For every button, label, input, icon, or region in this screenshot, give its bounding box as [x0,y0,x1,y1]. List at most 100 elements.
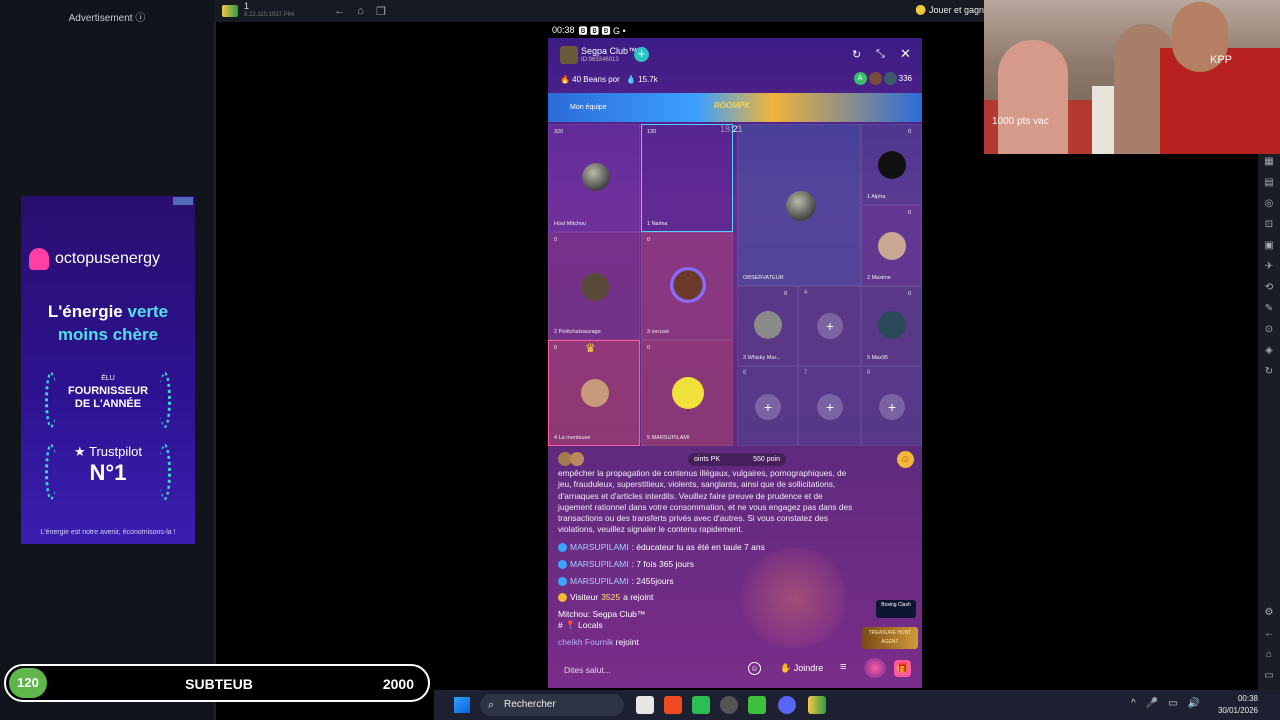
multi-window-icon[interactable]: ❐ [376,5,386,18]
gift-shop-icon[interactable]: ☺ [897,451,914,468]
room-avatar[interactable] [560,46,578,64]
diamonds-counter[interactable]: 💧 15.7k [626,75,658,84]
app-icon[interactable] [748,696,766,714]
recent-icon[interactable]: ▭ [1264,670,1273,682]
game-bubble-icon[interactable] [864,658,886,678]
emulator-tab[interactable]: 1 8.22.110.1037 P64 [244,2,294,20]
chevron-up-icon[interactable]: ^ [1131,698,1136,709]
bluestacks-icon[interactable] [808,696,826,714]
boxing-clash-game[interactable]: Boxing Clash [876,600,916,618]
home-icon[interactable]: ⌂ [357,5,364,18]
home-nav-icon[interactable]: ⌂ [1266,649,1272,661]
sub-goal-label: SUBTEUB [185,676,253,692]
chat-input[interactable]: Dites salut... [564,665,611,675]
chat-avatar[interactable] [570,452,584,466]
microphone-icon[interactable]: 🎤 [1146,698,1158,709]
taskbar-clock[interactable]: 00:38 30/01/2026 [1218,693,1258,717]
viewer-count: 336 [898,74,912,83]
ad-sidebar: Advertisement ⓘ octopusenergy L'énergie … [0,0,214,720]
seat-5-bottom[interactable]: 0 5 MARSUPILAMI [641,340,733,446]
resize-icon[interactable]: ⊡ [1265,219,1273,231]
network-icon[interactable]: ▭ [1168,698,1177,709]
ad-logo: octopusenergy [29,248,160,270]
emulator-side-toolbar: ▦ ▤ ◎ ⊡ ▣ ✈ ⟲ ✎ ⊙ ◈ ↻ ⚙ ← ⌂ ▭ [1258,154,1280,690]
discord-icon[interactable] [778,696,796,714]
back-icon[interactable]: ← [334,5,345,18]
chat-locals: # 📍 Locals [558,620,603,630]
location-icon[interactable]: ⊙ [1265,324,1273,336]
seat-empty[interactable]: 6 + [737,366,798,446]
status-bar: 00:38 🅱 🅱 🅱 G • [548,22,922,38]
seat-empty[interactable]: 4 + [798,286,861,366]
avatar [878,232,906,260]
seat-4-crown[interactable]: 0 ♛ 4 La menteuse [548,340,640,446]
avatar [672,377,704,409]
avatar [878,151,906,179]
ad-banner[interactable]: octopusenergy L'énergie verte moins chèr… [21,196,195,544]
emoji-icon[interactable]: ☺ [748,662,761,675]
avatar [878,311,906,339]
seat-host[interactable]: 320 Host Mitchou [548,124,640,232]
share-icon[interactable]: ↻ [852,48,861,61]
media-icon[interactable]: ▣ [1264,240,1273,252]
treasure-hunt-game[interactable]: TREASURE HUNT AGENT [862,627,918,649]
airplane-icon[interactable]: ✈ [1265,261,1273,273]
seat-2[interactable]: 0 2 Petitchatsauvage [548,232,640,340]
layers-icon[interactable]: ◈ [1265,345,1273,357]
seat-observer[interactable]: OBSERVATEUR [737,124,861,286]
viewer-avatar: A [853,72,867,85]
windows-start-icon[interactable] [454,697,470,713]
seat-empty[interactable]: 8 + [861,366,922,446]
macro-icon[interactable]: ⟲ [1265,282,1273,294]
emulator-promo[interactable]: 🪙 Jouer et gagn [915,5,984,16]
emulator-logo-icon [222,5,238,17]
apk-icon[interactable]: ▤ [1264,177,1273,189]
octopus-icon [29,248,49,270]
emulator-titlebar: 1 8.22.110.1037 P64 ← ⌂ ❐ 🪙 Jouer et gagn [214,0,984,22]
file-explorer-icon[interactable] [636,696,654,714]
keyboard-icon[interactable]: ▦ [1264,156,1273,168]
chat-notice: empêcher la propagation de contenus illé… [558,468,853,535]
sub-goal-target: 2000 [382,676,414,692]
seat-1[interactable]: 130 1 Naima [641,124,733,232]
menu-icon[interactable]: ≡ [840,661,846,673]
seat-empty[interactable]: 7 + [798,366,861,446]
status-icons: 🅱 🅱 🅱 G • [578,25,626,36]
settings-icon[interactable]: ⚙ [1265,607,1274,619]
gift-icon[interactable]: 🎁 [894,660,911,677]
taskbar: ⌕ Rechercher ^ 🎤 ▭ 🔊 00:38 30/01/2026 [434,690,1280,720]
volume-icon[interactable]: 🔊 [1188,698,1200,709]
ad-choices-icon[interactable] [173,197,193,205]
screenshot-icon[interactable]: ◎ [1265,198,1274,210]
join-seat-button[interactable]: ✋ Joindre [780,663,823,674]
seat-3[interactable]: 0 3 excusé [641,232,733,340]
brave-icon[interactable] [664,696,682,714]
obs-icon[interactable] [720,696,738,714]
seat-5[interactable]: 0 5 Max95 [861,286,922,366]
add-seat-icon: + [817,394,843,420]
live-room: Segpa Club™ ID:969346013 + ↻ ⤡ ✕ 🔥 40 Be… [548,38,922,688]
seat-right-1[interactable]: 0 1 Alpha [861,124,922,205]
eco-icon[interactable]: ✎ [1265,303,1273,315]
sync-icon[interactable]: ↻ [1265,366,1273,378]
chat-message: MARSUPILAMI : éducateur tu as été en tau… [558,542,765,552]
shirt-text-2: KPP [1210,54,1233,66]
follow-room-button[interactable]: + [634,47,649,62]
seat-4[interactable]: 0 3 Whisky Mar... [737,286,798,366]
taskbar-search[interactable]: ⌕ Rechercher [480,694,624,716]
pk-banner[interactable]: Mon équipe ROOMPK [548,93,922,122]
search-icon: ⌕ [488,699,495,711]
avatar [581,379,609,407]
seat-right-2[interactable]: 0 2 Maxime [861,205,922,286]
viewer-list[interactable]: A 336 [853,72,912,85]
minimize-icon[interactable]: ⤡ [876,48,885,61]
chat-message: MARSUPILAMI : 7 fois 365 jours [558,559,694,569]
back-nav-icon[interactable]: ← [1264,628,1274,640]
gameplay-icon[interactable] [692,696,710,714]
add-seat-icon: + [755,394,781,420]
close-icon[interactable]: ✕ [900,46,911,62]
emulator-left-edge [214,22,216,720]
chat-pinned: Mitchou: Segpa Club™ [558,609,646,619]
beans-counter[interactable]: 🔥 40 Beans por [560,75,620,84]
chat-visitor-joined: Visiteur 3525 a rejoint [558,592,653,602]
